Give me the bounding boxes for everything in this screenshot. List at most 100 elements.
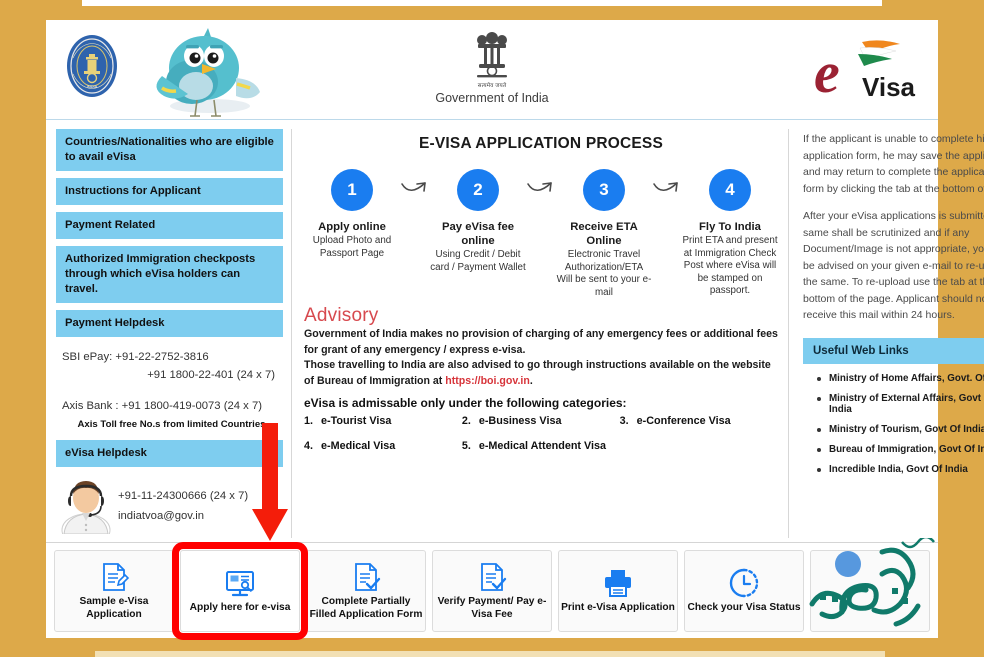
step-title-2: Pay eVisa fee online — [441, 221, 515, 247]
step-desc-2: Using Credit / Debit card / Payment Wall… — [430, 249, 526, 273]
curved-arrow-icon — [653, 182, 678, 192]
category-item-5: 5. e-Medical Attendent Visa — [462, 440, 661, 452]
sidebar-item-instructions[interactable]: Instructions for Applicant — [56, 178, 283, 205]
step-desc-4: Print ETA and present at Immigration Che… — [682, 235, 778, 296]
category-num-4: 4. — [304, 440, 314, 452]
evisa-helpdesk-email[interactable]: indiatvoa@gov.in — [118, 506, 248, 526]
right-panel-para-1: If the applicant is unable to complete h… — [803, 133, 984, 195]
process-step-3: 3 Receive ETA Online Electronic Travel A… — [556, 169, 652, 299]
tile-label-apply-here-for-evisa: Apply here for e-visa — [189, 602, 291, 613]
tile-sample-evisa-application[interactable]: Sample e-Visa Application — [54, 549, 174, 632]
category-label-1: e-Tourist Visa — [321, 415, 392, 427]
step-number-2: 2 — [457, 169, 499, 211]
step-title-4: Fly To India — [699, 221, 761, 233]
web-link-item-3[interactable]: Ministry of Tourism, Govt Of India — [817, 424, 984, 435]
left-sidebar: Countries/Nationalities who are eligible… — [56, 129, 283, 538]
process-step-1: 1 Apply online Upload Photo and Passport… — [304, 169, 400, 260]
category-item-2: 2. e-Business Visa — [462, 415, 620, 427]
sidebar-item-payment-related[interactable]: Payment Related — [56, 212, 283, 239]
printer-icon — [605, 570, 631, 597]
main-body: Countries/Nationalities who are eligible… — [46, 121, 984, 542]
arrow-separator-1 — [400, 169, 430, 204]
category-label-3: e-Conference Visa — [636, 415, 731, 427]
document-pencil-icon — [103, 562, 130, 591]
advisory-para-1: Government of India makes no provision o… — [304, 328, 778, 356]
tile-label-complete-partially-filled-form: Complete Partially Filled Application Fo… — [309, 595, 423, 620]
axis-bank-phone: Axis Bank : +91 1800-419-0073 (24 x 7) — [62, 400, 263, 412]
sidebar-item-payment-helpdesk[interactable]: Payment Helpdesk — [56, 310, 283, 337]
category-label-4: e-Medical Visa — [321, 440, 396, 452]
tile-apply-here-for-evisa[interactable]: Apply here for e-visa — [172, 541, 308, 640]
category-item-1: 1. e-Tourist Visa — [304, 415, 462, 427]
process-step-4: 4 Fly To India Print ETA and present at … — [682, 169, 778, 298]
document-check-icon — [355, 562, 381, 591]
ashoka-emblem-icon — [477, 32, 507, 78]
center-panel: E-VISA APPLICATION PROCESS 1 Apply onlin… — [291, 129, 789, 538]
support-agent-icon — [61, 481, 111, 534]
tile-print-evisa-application[interactable]: Print e-Visa Application — [558, 549, 678, 632]
evisa-helpdesk-details: +91-11-24300666 (24 x 7) indiatvoa@gov.i… — [56, 474, 283, 534]
web-link-item-5[interactable]: Incredible India, Govt Of India — [817, 464, 984, 475]
web-link-item-2[interactable]: Ministry of External Affairs, Govt Of In… — [817, 393, 984, 415]
calligraphy-decoration-icon — [809, 538, 935, 627]
category-item-4: 4. e-Medical Visa — [304, 440, 462, 452]
useful-web-links-heading: Useful Web Links — [803, 337, 984, 364]
tile-label-verify-payment: Verify Payment/ Pay e-Visa Fee — [437, 595, 547, 620]
content-card: INDIA सत्यमेव जयते Government of India e… — [46, 20, 984, 640]
tile-label-print-evisa-application: Print e-Visa Application — [561, 602, 675, 613]
immigration-seal-icon: INDIA — [67, 35, 117, 97]
red-down-arrow-annotation — [252, 423, 288, 541]
tile-label-sample-evisa-application: Sample e-Visa Application — [79, 595, 149, 620]
payment-helpdesk-details: SBI ePay: +91-22-2752-3816 +91 1800-22-4… — [56, 344, 283, 434]
document-download-icon — [481, 562, 507, 591]
useful-web-links-list: Ministry of Home Affairs, Govt. Of India… — [803, 364, 984, 475]
tile-complete-partially-filled-form[interactable]: Complete Partially Filled Application Fo… — [306, 549, 426, 632]
sidebar-item-eligible-countries[interactable]: Countries/Nationalities who are eligible… — [56, 129, 283, 171]
curved-arrow-icon — [527, 182, 552, 192]
right-panel-para-2: After your eVisa applications is submitt… — [803, 210, 984, 321]
bird-mascot-icon — [156, 28, 260, 117]
category-num-2: 2. — [461, 415, 471, 427]
step-desc-3: Electronic Travel Authorization/ETA Will… — [556, 249, 652, 298]
step-number-3: 3 — [583, 169, 625, 211]
categories-row-1: 1. e-Tourist Visa 2. e-Business Visa 3. e-C… — [304, 415, 778, 427]
category-label-2: e-Business Visa — [478, 415, 562, 427]
sidebar-item-immigration-checkposts[interactable]: Authorized Immigration checkposts throug… — [56, 246, 283, 303]
advisory-para-2-post: . — [529, 374, 533, 387]
web-link-item-1[interactable]: Ministry of Home Affairs, Govt. Of India… — [817, 373, 984, 384]
process-title: E-VISA APPLICATION PROCESS — [418, 135, 664, 152]
evisa-logo-icon: e Visa — [814, 40, 916, 105]
government-of-india-label: Government of India — [435, 91, 549, 105]
advisory-para-2-pre: Those travelling to India are also advis… — [304, 359, 771, 387]
tile-verify-payment[interactable]: Verify Payment/ Pay e-Visa Fee — [432, 549, 552, 632]
monitor-apply-icon — [226, 571, 254, 597]
step-title-3: Receive ETA Online — [570, 221, 638, 247]
sbi-epay-phone: SBI ePay: +91-22-2752-3816 — [62, 351, 209, 363]
evisa-logo-e: e — [814, 40, 840, 105]
bottom-light-strip — [95, 651, 885, 657]
web-link-item-4[interactable]: Bureau of Immigration, Govt Of India — [817, 444, 984, 455]
process-step-2: 2 Pay eVisa fee online Using Credit / De… — [430, 169, 526, 274]
category-num-1: 1. — [304, 415, 314, 427]
curved-arrow-icon — [401, 182, 426, 192]
arrow-separator-3 — [652, 169, 682, 204]
process-steps: 1 Apply online Upload Photo and Passport… — [304, 169, 778, 299]
category-num-5: 5. — [461, 440, 471, 452]
tile-check-visa-status[interactable]: Check your Visa Status — [684, 549, 804, 632]
axis-tollfree-note: Axis Toll free No.s from limited Countri… — [77, 419, 266, 430]
categories-heading: eVisa is admissable only under the follo… — [304, 396, 627, 410]
boi-link[interactable]: https://boi.gov.in — [445, 375, 530, 387]
page-header: INDIA सत्यमेव जयते Government of India e… — [46, 20, 938, 120]
right-panel: If the applicant is unable to complete h… — [797, 129, 984, 538]
advisory-para-2: Those travelling to India are also advis… — [304, 358, 778, 389]
page-root: INDIA सत्यमेव जयते Government of India e… — [0, 0, 984, 657]
category-label-5: e-Medical Attendent Visa — [478, 440, 607, 452]
top-white-strip — [82, 0, 882, 6]
sbi-epay-tollfree: +91 1800-22-401 (24 x 7) — [147, 369, 275, 381]
sidebar-item-evisa-helpdesk[interactable]: eVisa Helpdesk — [56, 440, 283, 467]
government-of-india-block: सत्यमेव जयते Government of India — [382, 28, 602, 105]
step-desc-1: Upload Photo and Passport Page — [312, 235, 392, 259]
evisa-helpdesk-phone: +91-11-24300666 (24 x 7) — [118, 490, 249, 502]
evisa-logo-visa: Visa — [862, 72, 916, 102]
clock-icon — [729, 568, 759, 598]
